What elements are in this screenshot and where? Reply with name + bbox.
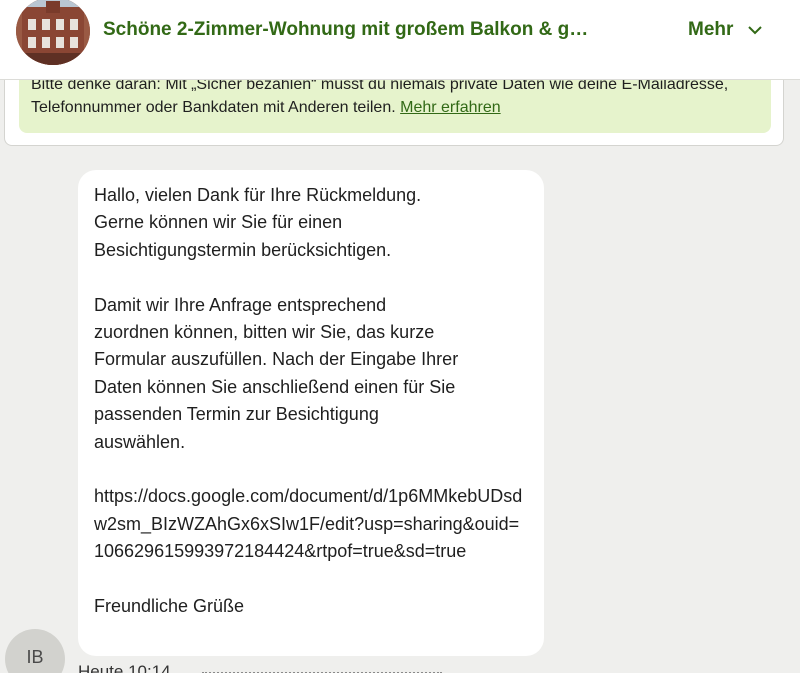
safety-notice-text: Bitte denke daran: Mit „Sicher bezahlen“… xyxy=(31,76,729,116)
listing-title[interactable]: Schöne 2-Zimmer-Wohnung mit großem Balko… xyxy=(103,19,648,41)
conversation-header: Schöne 2-Zimmer-Wohnung mit großem Balko… xyxy=(0,0,800,80)
learn-more-link[interactable]: Mehr erfahren xyxy=(400,99,501,116)
message-paragraph: Damit wir Ihre Anfrage entsprechend zuor… xyxy=(94,294,459,452)
building-photo-icon xyxy=(16,0,90,65)
more-menu-button[interactable]: Mehr xyxy=(688,19,763,41)
listing-thumbnail[interactable] xyxy=(16,0,90,65)
message-link[interactable]: https://docs.google.com/document/d/1p6MM… xyxy=(94,483,528,565)
sender-avatar: IB xyxy=(5,629,65,673)
sender-initials: IB xyxy=(26,646,44,667)
message-bubble: Hallo, vielen Dank für Ihre Rückmeldung.… xyxy=(78,170,544,656)
message-timestamp: Heute 10:14 xyxy=(78,662,171,673)
more-menu-label: Mehr xyxy=(688,19,734,40)
message-paragraph: Hallo, vielen Dank für Ihre Rückmeldung.… xyxy=(94,185,422,260)
chevron-down-icon xyxy=(748,26,763,35)
message-closing: Freundliche Grüße xyxy=(94,596,245,617)
